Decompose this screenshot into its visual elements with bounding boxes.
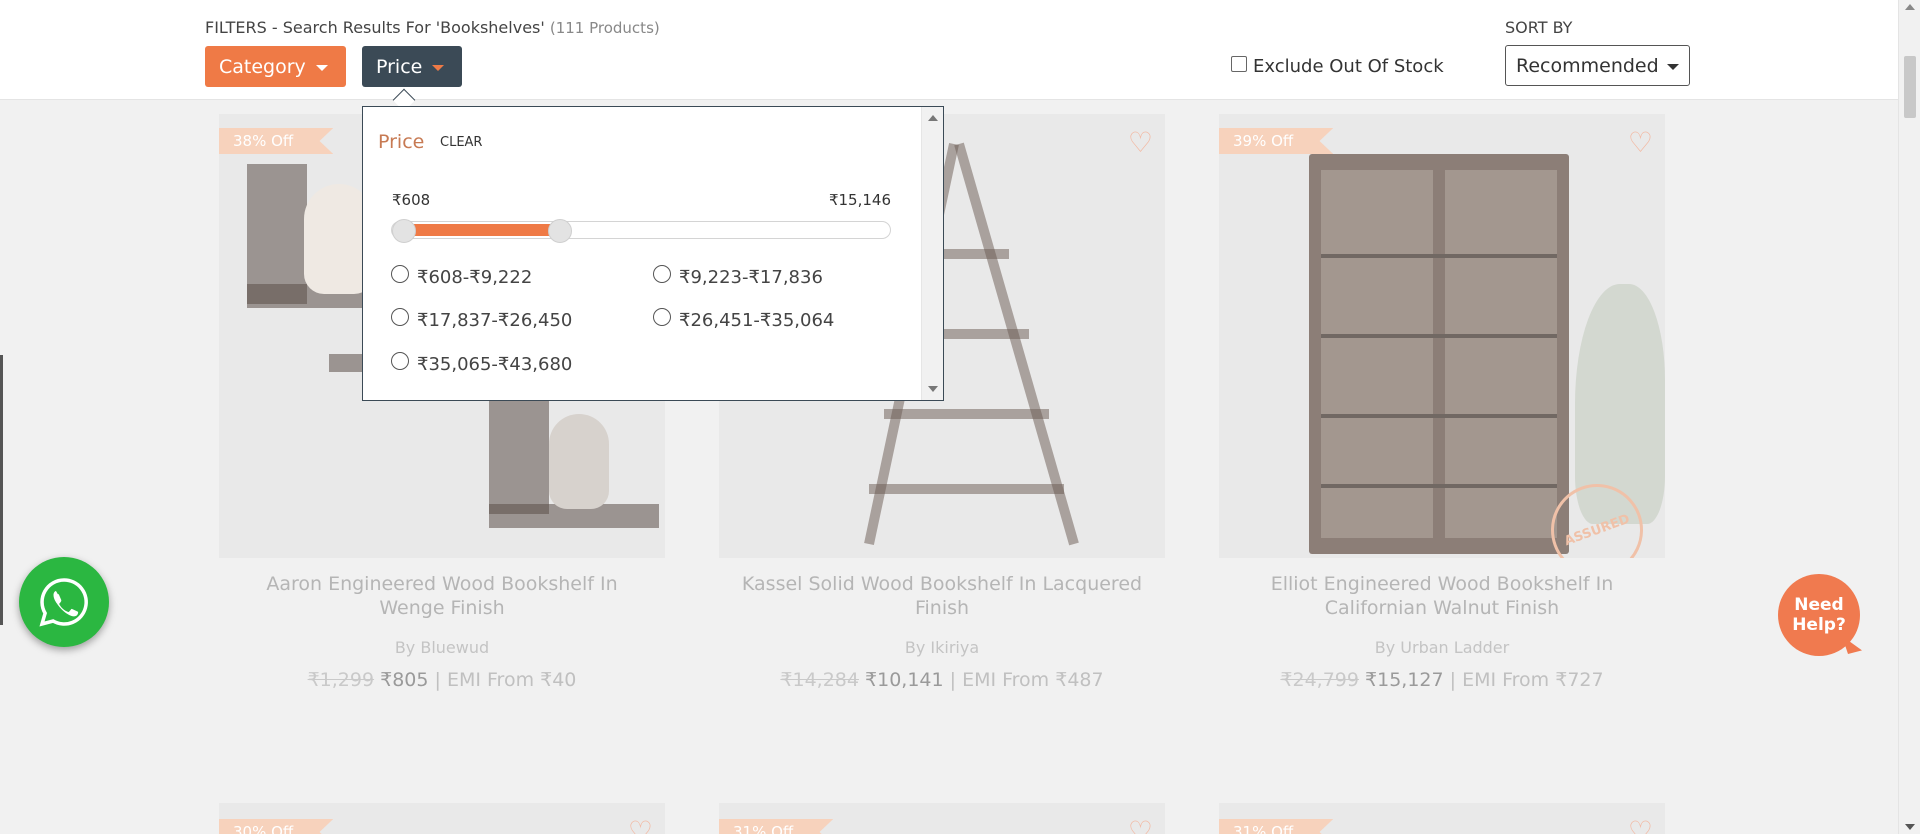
- product-card[interactable]: 31% Off ♡: [719, 803, 1165, 834]
- price-filter-button[interactable]: Price: [362, 46, 462, 87]
- wishlist-heart-icon[interactable]: ♡: [1628, 126, 1653, 159]
- whatsapp-icon: [39, 578, 88, 627]
- chevron-down-icon: [1667, 63, 1679, 70]
- product-mrp: ₹14,284: [780, 669, 859, 691]
- exclude-out-of-stock-label: Exclude Out Of Stock: [1253, 56, 1444, 77]
- product-emi: | EMI From ₹487: [943, 669, 1104, 691]
- scroll-up-icon[interactable]: [928, 115, 938, 121]
- price-option-label: ₹608-₹9,222: [417, 267, 533, 288]
- product-emi: | EMI From ₹40: [428, 669, 577, 691]
- sort-select[interactable]: Recommended: [1505, 45, 1690, 86]
- cabinet-illustration: [1309, 154, 1569, 554]
- price-option[interactable]: ₹35,065-₹43,680: [391, 351, 573, 375]
- product-image[interactable]: ASSURED 39% Off ♡: [1219, 114, 1665, 558]
- product-card[interactable]: 31% Off ♡: [1219, 803, 1665, 834]
- product-image[interactable]: 31% Off ♡: [1219, 803, 1665, 834]
- wishlist-heart-icon[interactable]: ♡: [1128, 815, 1153, 834]
- product-brand: By Urban Ladder: [1374, 638, 1510, 657]
- product-name[interactable]: Kassel Solid Wood Bookshelf In Lacquered…: [719, 572, 1165, 620]
- product-mrp: ₹1,299: [307, 669, 375, 691]
- filter-title: FILTERS - Search Results For 'Bookshelve…: [205, 18, 660, 37]
- price-option[interactable]: ₹608-₹9,222: [391, 264, 533, 288]
- product-mrp: ₹24,799: [1280, 669, 1359, 691]
- sort-by-label: SORT BY: [1505, 18, 1573, 37]
- product-image[interactable]: 31% Off ♡: [719, 803, 1165, 834]
- price-option[interactable]: ₹26,451-₹35,064: [653, 307, 835, 331]
- price-slider-min-handle[interactable]: [392, 219, 416, 243]
- product-name[interactable]: Elliot Engineered Wood Bookshelf In Cali…: [1219, 572, 1665, 620]
- price-filter-label: Price: [376, 55, 423, 78]
- product-emi: | EMI From ₹727: [1443, 669, 1604, 691]
- price-option-label: ₹26,451-₹35,064: [679, 310, 835, 331]
- page-scrollbar[interactable]: [1898, 0, 1920, 834]
- product-card[interactable]: 30% Off ♡: [219, 803, 665, 834]
- chevron-down-icon: [432, 64, 445, 71]
- filter-bar: FILTERS - Search Results For 'Bookshelve…: [0, 0, 1898, 100]
- dropdown-scrollbar[interactable]: [921, 107, 943, 400]
- discount-badge: 39% Off: [1219, 128, 1334, 154]
- price-range-min: ₹608: [392, 191, 431, 209]
- radio-button[interactable]: [653, 264, 671, 283]
- product-price: ₹14,284 ₹10,141 | EMI From ₹487: [719, 669, 1165, 691]
- product-brand: By Bluewud: [394, 638, 490, 657]
- product-card[interactable]: ASSURED 39% Off ♡ Elliot Engineered Wood…: [1219, 114, 1665, 691]
- price-option[interactable]: ₹17,837-₹26,450: [391, 307, 573, 331]
- product-name[interactable]: Aaron Engineered Wood Bookshelf In Wenge…: [219, 572, 665, 620]
- product-count: (111 Products): [549, 19, 660, 37]
- discount-badge: 30% Off: [219, 819, 334, 834]
- wishlist-heart-icon[interactable]: ♡: [628, 815, 653, 834]
- price-range-max: ₹15,146: [828, 191, 891, 209]
- radio-button[interactable]: [391, 307, 409, 326]
- radio-button[interactable]: [391, 351, 409, 370]
- price-slider-fill: [404, 224, 561, 236]
- scroll-down-icon[interactable]: [928, 386, 938, 392]
- wishlist-heart-icon[interactable]: ♡: [1628, 815, 1653, 834]
- product-image[interactable]: 30% Off ♡: [219, 803, 665, 834]
- product-brand: By Ikiriya: [904, 638, 980, 657]
- product-price: ₹24,799 ₹15,127 | EMI From ₹727: [1219, 669, 1665, 691]
- price-slider-track[interactable]: [391, 219, 891, 243]
- scroll-up-icon[interactable]: [1905, 4, 1915, 10]
- product-price: ₹1,299 ₹805 | EMI From ₹40: [219, 669, 665, 691]
- need-help-label: Need Help?: [1792, 595, 1846, 635]
- discount-badge: 31% Off: [1219, 819, 1334, 834]
- price-clear-button[interactable]: CLEAR: [440, 135, 482, 150]
- exclude-out-of-stock-checkbox[interactable]: [1231, 55, 1247, 72]
- filter-title-text: FILTERS - Search Results For 'Bookshelve…: [205, 18, 545, 37]
- category-filter-label: Category: [219, 55, 306, 78]
- wishlist-heart-icon[interactable]: ♡: [1128, 126, 1153, 159]
- whatsapp-button[interactable]: [19, 557, 109, 647]
- price-option-label: ₹17,837-₹26,450: [417, 310, 573, 331]
- category-filter-button[interactable]: Category: [205, 46, 346, 87]
- radio-button[interactable]: [391, 264, 409, 283]
- price-option[interactable]: ₹9,223-₹17,836: [653, 264, 823, 288]
- radio-button[interactable]: [653, 307, 671, 326]
- price-option-label: ₹35,065-₹43,680: [417, 354, 573, 375]
- scroll-down-icon[interactable]: [1905, 824, 1915, 830]
- product-sale-price: ₹805: [380, 669, 429, 691]
- discount-badge: 38% Off: [219, 128, 334, 154]
- price-slider-max-handle[interactable]: [548, 219, 573, 243]
- product-sale-price: ₹10,141: [865, 669, 944, 691]
- chevron-down-icon: [315, 64, 328, 71]
- discount-badge: 31% Off: [719, 819, 834, 834]
- exclude-out-of-stock[interactable]: Exclude Out Of Stock: [1231, 55, 1444, 77]
- product-sale-price: ₹15,127: [1365, 669, 1444, 691]
- price-option-label: ₹9,223-₹17,836: [679, 267, 823, 288]
- price-dropdown: Price CLEAR ₹608 ₹15,146 ₹608-₹9,222 ₹9,…: [362, 106, 944, 401]
- sort-select-value: Recommended: [1516, 54, 1659, 77]
- left-edge-tab: [0, 355, 3, 625]
- scrollbar-thumb[interactable]: [1904, 56, 1916, 118]
- assured-seal-text: ASSURED: [1562, 511, 1632, 549]
- need-help-button[interactable]: Need Help?: [1778, 574, 1860, 656]
- price-dropdown-title: Price: [378, 131, 425, 153]
